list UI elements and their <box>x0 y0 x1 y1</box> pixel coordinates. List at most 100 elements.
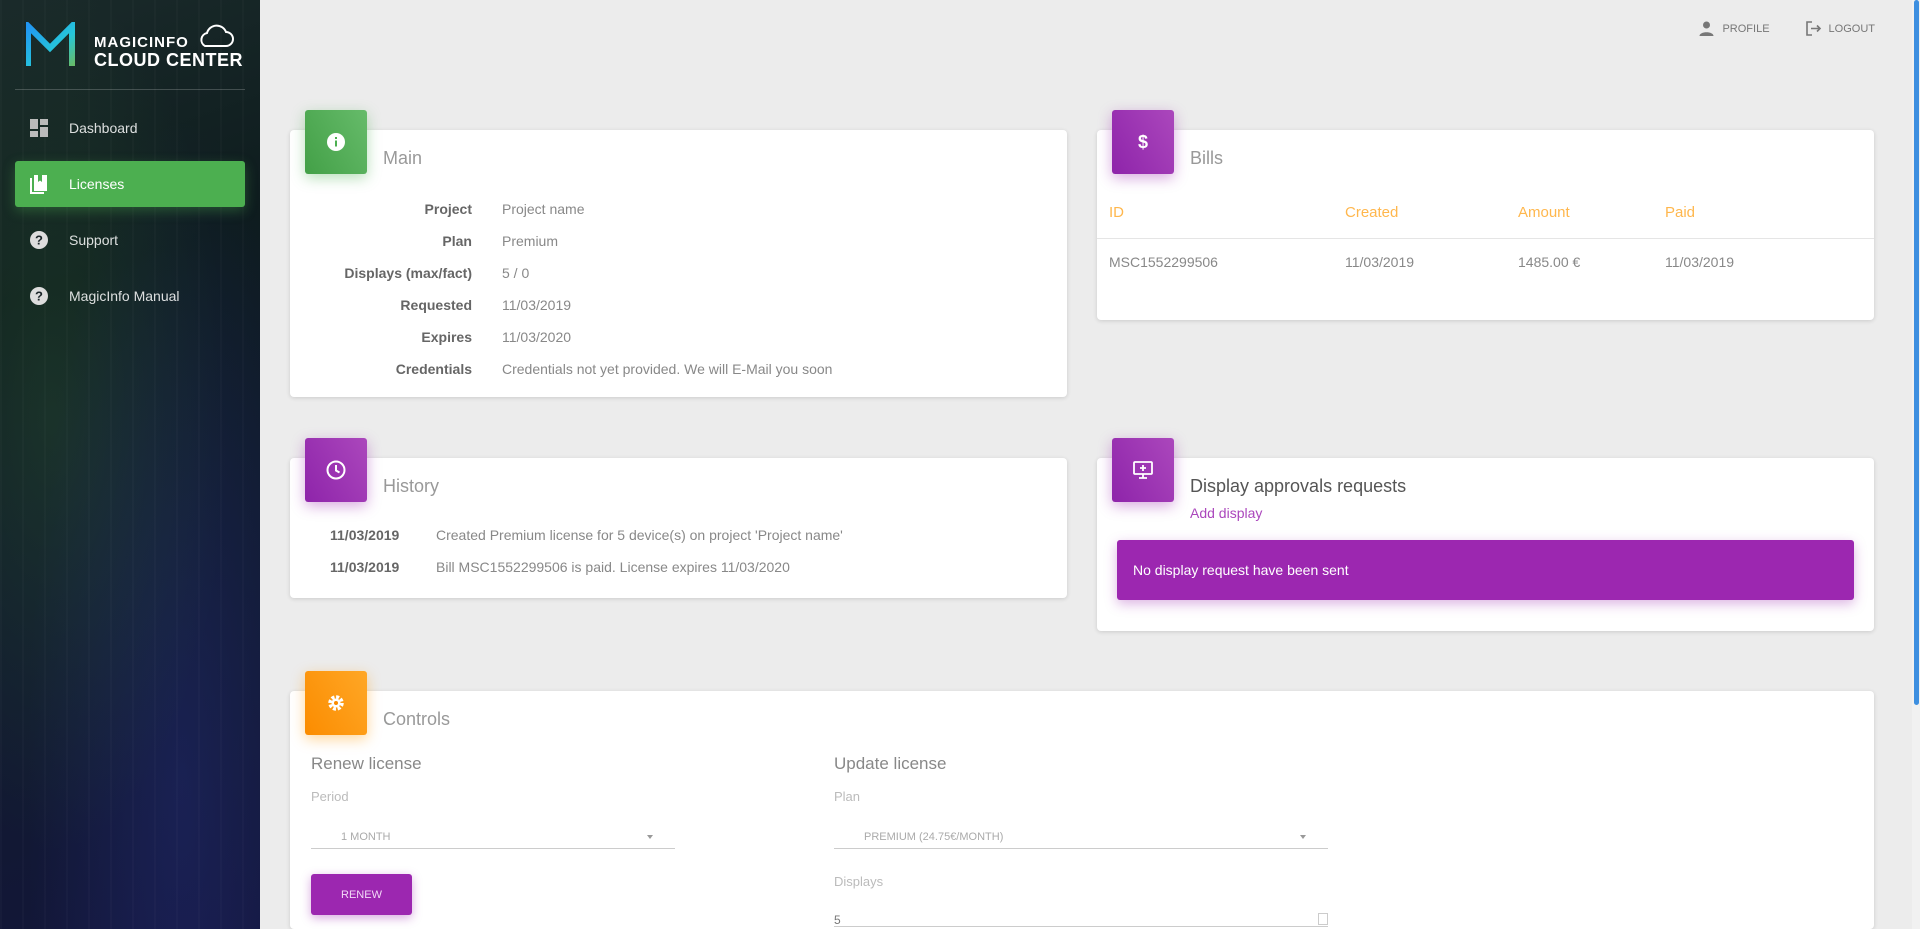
main-card-title: Main <box>383 148 423 168</box>
controls-card-header-icon <box>305 671 367 735</box>
display-card-header-icon <box>1112 438 1174 502</box>
update-license-title: Update license <box>834 754 947 773</box>
main-details: Project Project name Plan Premium Displays… <box>290 193 1067 385</box>
column-header[interactable]: Created <box>1345 204 1518 221</box>
sidebar-item-dashboard[interactable]: Dashboard <box>15 105 245 151</box>
clock-icon <box>326 460 346 480</box>
help-circle-icon: ? <box>30 287 48 305</box>
main-card-header-icon <box>305 110 367 174</box>
main-card: Main Project Project name Plan Premium Dis… <box>290 110 1067 397</box>
brand-line-1: MAGICINFO <box>94 34 189 51</box>
chevron-down-icon <box>1300 835 1306 839</box>
history-card-title: History <box>383 476 440 496</box>
bills-table-header: ID Created Amount Paid <box>1109 204 1874 221</box>
sidebar-item-licenses[interactable]: Licenses <box>15 161 245 207</box>
detail-label: Requested <box>400 297 472 313</box>
detail-value: 11/03/2019 <box>502 297 572 313</box>
cloud-icon <box>200 24 234 47</box>
controls-card-title: Controls <box>383 709 451 729</box>
sidebar-item-magicinfo-manual[interactable]: ? MagicInfo Manual <box>15 273 245 319</box>
no-requests-alert: No display request have been sent <box>1117 540 1854 600</box>
sidebar-item-support[interactable]: ? Support <box>15 217 245 263</box>
monitor-add-icon <box>1133 461 1153 479</box>
history-text: Bill MSC1552299506 is paid. License expi… <box>436 559 790 575</box>
person-icon <box>1699 21 1714 36</box>
list-item: 11/03/2019 Bill MSC1552299506 is paid. Li… <box>330 551 843 583</box>
table-divider <box>1097 238 1874 239</box>
detail-row: Requested 11/03/2019 <box>290 289 1067 321</box>
bills-card-title: Bills <box>1190 148 1224 168</box>
svg-text:?: ? <box>35 289 43 304</box>
profile-label: PROFILE <box>1722 22 1770 35</box>
scrollbar-thumb[interactable] <box>1914 0 1919 705</box>
period-select[interactable]: 1 MONTH <box>311 825 675 849</box>
history-list: 11/03/2019 Created Premium license for 5 … <box>330 519 843 583</box>
table-row[interactable]: MSC1552299506 11/03/2019 1485.00 € 11/03… <box>1109 254 1874 270</box>
book-icon <box>30 175 47 194</box>
detail-row: Displays (max/fact) 5 / 0 <box>290 257 1067 289</box>
sidebar-item-label: Licenses <box>69 176 125 192</box>
plan-select-value: PREMIUM (24.75€/MONTH) <box>864 830 1004 843</box>
renew-license-title: Renew license <box>311 754 422 773</box>
top-bar: PROFILE LOGOUT <box>1698 20 1875 37</box>
history-card: History 11/03/2019 Created Premium licens… <box>290 438 1067 598</box>
detail-label: Credentials <box>395 361 472 377</box>
list-item: 11/03/2019 Created Premium license for 5 … <box>330 519 843 551</box>
detail-value: 11/03/2020 <box>502 329 572 345</box>
page-scrollbar[interactable] <box>1912 0 1920 929</box>
period-select-value: 1 MONTH <box>341 830 391 843</box>
logo[interactable]: MAGICINFO CLOUD CENTER <box>26 22 246 72</box>
renew-button[interactable]: RENEW <box>311 874 412 915</box>
sidebar-item-label: Dashboard <box>69 120 138 136</box>
displays-label: Displays <box>834 874 884 889</box>
plan-label: Plan <box>834 789 861 804</box>
detail-label: Plan <box>442 233 472 249</box>
bill-paid: 11/03/2019 <box>1665 254 1735 270</box>
detail-row: Plan Premium <box>290 225 1067 257</box>
info-icon <box>327 133 345 151</box>
displays-input-value: 5 <box>834 913 841 927</box>
sidebar-item-label: Support <box>69 232 119 248</box>
bills-card-header-icon: $ <box>1112 110 1174 174</box>
sidebar: MAGICINFO CLOUD CENTER Dashboard License… <box>0 0 260 929</box>
history-card-header-icon <box>305 438 367 502</box>
detail-value: Premium <box>502 233 559 249</box>
detail-value: Project name <box>502 201 585 217</box>
dashboard-icon <box>30 119 48 137</box>
plan-select[interactable]: PREMIUM (24.75€/MONTH) <box>834 825 1328 849</box>
stepper-icon[interactable] <box>1318 913 1328 925</box>
display-approvals-card: Display approvals requests Add display N… <box>1097 438 1874 631</box>
svg-text:$: $ <box>1138 132 1148 152</box>
svg-text:?: ? <box>35 233 43 248</box>
detail-row: Credentials Credentials not yet provided.… <box>290 353 1067 385</box>
period-label: Period <box>311 789 349 804</box>
history-text: Created Premium license for 5 device(s) … <box>436 527 843 543</box>
history-date: 11/03/2019 <box>330 559 400 575</box>
help-circle-icon: ? <box>30 231 48 249</box>
gear-icon <box>328 695 344 711</box>
column-header[interactable]: Amount <box>1518 204 1665 221</box>
magicinfo-logo-icon <box>26 22 75 66</box>
logout-link[interactable]: LOGOUT <box>1805 20 1875 37</box>
brand-line-2: CLOUD CENTER <box>94 50 243 70</box>
column-header[interactable]: Paid <box>1665 204 1815 221</box>
displays-input[interactable]: 5 <box>834 913 1328 927</box>
detail-value: 5 / 0 <box>502 265 530 281</box>
bills-card: $ Bills ID Created Amount Paid MSC155229… <box>1097 110 1874 320</box>
detail-row: Expires 11/03/2020 <box>290 321 1067 353</box>
logout-icon <box>1805 21 1821 36</box>
detail-label: Expires <box>421 329 472 345</box>
dollar-icon: $ <box>1138 132 1148 152</box>
add-display-link[interactable]: Add display <box>1190 505 1262 521</box>
detail-label: Project <box>424 201 472 217</box>
profile-link[interactable]: PROFILE <box>1698 20 1770 37</box>
display-card-title: Display approvals requests <box>1190 476 1407 496</box>
sidebar-nav: Dashboard Licenses ? Support ? MagicInfo… <box>15 105 245 329</box>
chevron-down-icon <box>647 835 653 839</box>
bill-id: MSC1552299506 <box>1109 254 1218 270</box>
controls-card: Controls Renew license Period 1 MONTH RE… <box>290 671 1874 929</box>
sidebar-divider <box>15 89 245 90</box>
column-header[interactable]: ID <box>1109 204 1345 221</box>
sidebar-item-label: MagicInfo Manual <box>69 288 180 304</box>
history-date: 11/03/2019 <box>330 527 400 543</box>
